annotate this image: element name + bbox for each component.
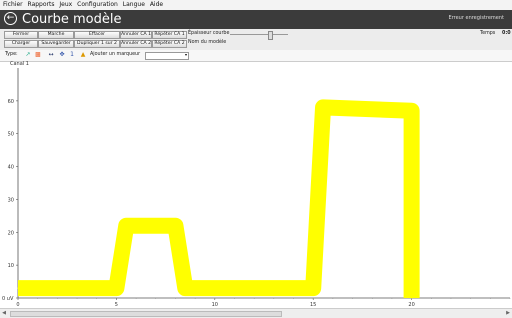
sauvegarder-button[interactable]: Sauvegarder [38,40,74,48]
menu-fichier[interactable]: Fichier [3,0,23,10]
y-tick-label: 40 [8,165,14,171]
x-tick-label: 10 [212,302,218,306]
menu-bar: Fichier Rapports Jeux Configuration Lang… [0,0,512,10]
y-tick-label: 20 [8,230,14,236]
zoom-1-icon[interactable]: 1 [68,51,76,59]
bar-chart-icon[interactable]: ▩ [34,51,42,59]
waveform-point [312,287,314,289]
y-tick-label: 30 [8,197,14,203]
waveform-point [184,287,186,289]
dupliquer-button[interactable]: Dupliquer 1 sur 2 [74,40,120,48]
type-label: Type: [5,52,18,57]
waveform-point [115,287,117,289]
resize-horizontal-icon[interactable]: ↔ [47,51,55,59]
waveform-point [411,297,413,299]
scroll-left-icon[interactable]: ◀ [1,310,7,316]
chevron-down-icon: ▾ [184,52,187,57]
move-icon[interactable]: ✥ [58,51,66,59]
menu-rapports[interactable]: Rapports [28,0,55,10]
temps-value: 0:0 [502,31,511,36]
y-tick-label: 10 [8,263,14,269]
page-title: Courbe modèle [22,12,122,27]
line-chart-icon[interactable]: ↗ [24,51,32,59]
waveform-point [17,287,19,289]
effacer-button[interactable]: Effacer [74,31,120,39]
x-tick-label: 5 [115,302,118,306]
y-tick-label: 60 [8,99,14,105]
epaisseur-label: Épaisseur courbe [188,31,230,36]
y-tick-label: 50 [8,132,14,138]
repeter-ca1-button[interactable]: Répéter CA 1 [152,31,187,39]
epaisseur-slider-thumb[interactable] [268,31,273,40]
menu-jeux[interactable]: Jeux [59,0,72,10]
nom-label: Nom du modèle [188,40,227,45]
y-axis-label: 0 uV [2,296,14,302]
waveform-point [411,110,413,112]
x-tick-label: 0 [16,302,19,306]
back-arrow-icon[interactable]: ← [4,12,17,25]
repeter-ca2-button[interactable]: Répéter CA 2 [152,40,187,48]
annuler-ca2-button[interactable]: Annuler CA 2 [120,40,152,48]
charger-button[interactable]: Charger [4,40,38,48]
scroll-thumb[interactable] [10,311,282,317]
menu-langue[interactable]: Langue [123,0,145,10]
marche-button[interactable]: Marche [38,31,74,39]
marker-label: Ajouter un marqueur [90,52,141,57]
marker-select[interactable]: ▾ [145,52,189,60]
waveform-series-line [18,99,420,298]
title-bar: ← Courbe modèle Erreur enregistrement [0,10,512,29]
type-bar [0,50,512,62]
waveform-point [125,225,127,227]
error-status: Erreur enregistrement [448,15,504,21]
temps-label: Temps [480,31,496,36]
x-tick-label: 20 [408,302,414,306]
annuler-ca1-button[interactable]: Annuler CA 1 [120,31,152,39]
waveform-chart[interactable]: 10 20 30 40 50 60 0 uV0 5 10 15 20 [0,66,512,306]
fermer-button[interactable]: Fermer [4,31,38,39]
scroll-right-icon[interactable]: ▶ [505,310,511,316]
menu-configuration[interactable]: Configuration [77,0,118,10]
waveform-point [322,106,324,108]
x-tick-label: 15 [310,302,316,306]
menu-aide[interactable]: Aide [150,0,163,10]
waveform-point [174,225,176,227]
epaisseur-slider-track[interactable] [230,34,288,35]
marker-icon[interactable]: ▲ [79,51,87,59]
